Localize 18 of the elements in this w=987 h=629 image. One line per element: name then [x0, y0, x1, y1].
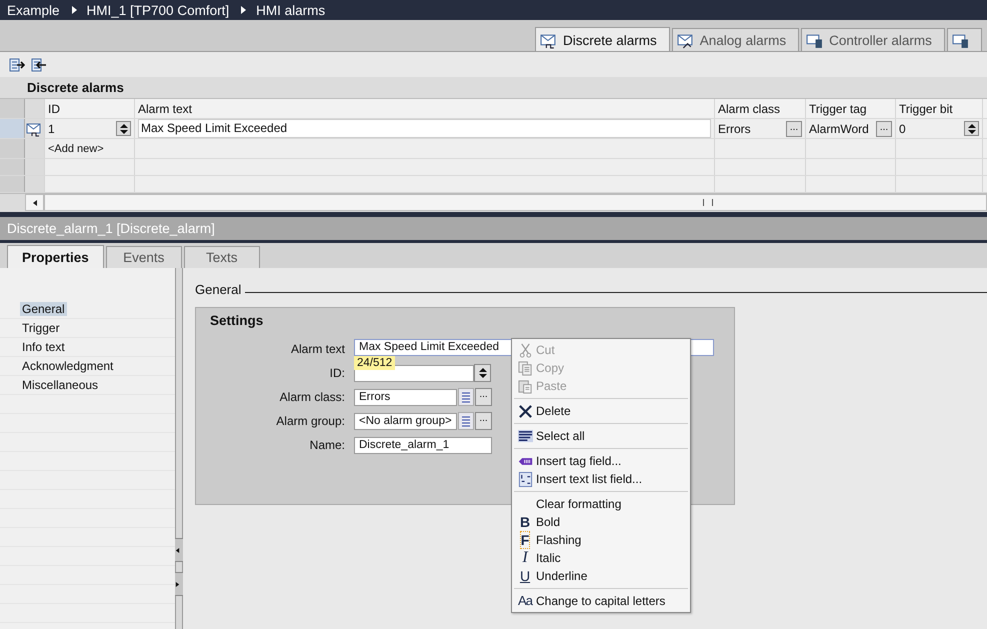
- section-title: General: [195, 282, 242, 297]
- bold-icon: B: [520, 514, 530, 530]
- table-cell: AlarmWord: [809, 122, 869, 136]
- table-title: Discrete alarms: [27, 80, 124, 95]
- field-label: Alarm group:: [275, 414, 346, 428]
- italic-icon: I: [522, 550, 528, 566]
- field-label: Alarm class:: [278, 390, 346, 404]
- underline-icon: U: [520, 568, 530, 584]
- field-label: Name:: [308, 438, 346, 452]
- field-label: Alarm text: [290, 342, 346, 356]
- table-cell: Errors: [718, 122, 751, 136]
- table-cell: 1: [48, 122, 55, 136]
- table-cell: 0: [899, 122, 906, 136]
- field-label: ID:: [328, 366, 346, 380]
- inspector-title: Discrete_alarm_1 [Discrete_alarm]: [0, 217, 987, 240]
- letter-case-icon: Aa: [518, 593, 532, 609]
- group-title: Settings: [210, 313, 264, 328]
- character-count-tooltip: 24/512: [354, 356, 396, 370]
